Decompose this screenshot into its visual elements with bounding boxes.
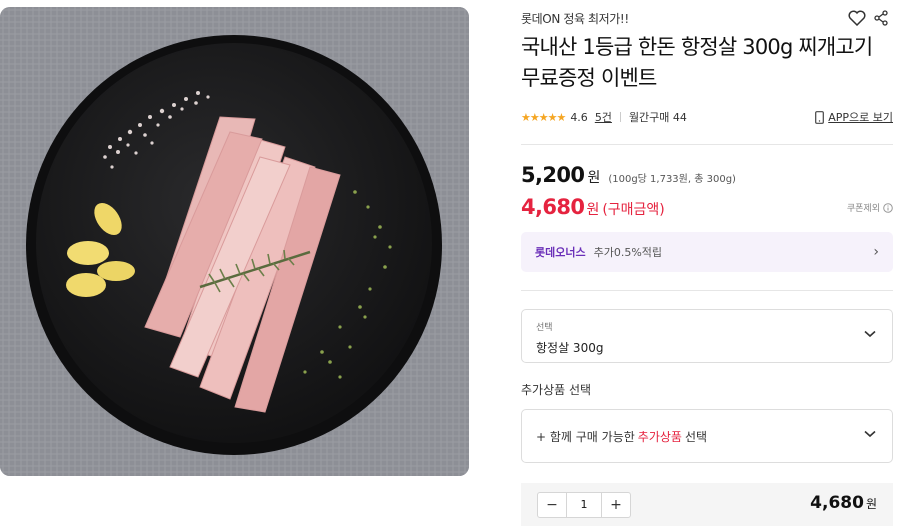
option-select-label: 선택	[536, 323, 553, 333]
addon-prefix: + 함께 구매 가능한	[536, 429, 635, 444]
share-icon[interactable]	[871, 8, 891, 28]
decrement-button[interactable]: −	[538, 493, 566, 517]
product-image	[0, 7, 469, 476]
chevron-down-icon	[864, 330, 876, 338]
membership-benefit: 추가0.5%적립	[593, 246, 663, 259]
divider-line	[521, 290, 893, 291]
monthly-purchases: 월간구매 44	[628, 111, 687, 124]
product-title: 국내산 1등급 한돈 항정살 300g 찌개고기 무료증정 이벤트	[521, 35, 873, 90]
review-count-link[interactable]: 5건	[595, 109, 612, 125]
option-selected-value: 항정살 300g	[536, 341, 604, 355]
total-price-value: 4,680	[810, 493, 864, 513]
sale-price-currency: 원	[586, 202, 600, 218]
quantity-stepper: − 1 +	[537, 491, 631, 518]
addon-section-title: 추가상품 선택	[521, 383, 592, 397]
sale-price-value: 4,680	[521, 195, 585, 219]
membership-name: 롯데오너스	[535, 246, 586, 259]
addon-highlight: 추가상품	[637, 429, 682, 444]
star-rating: ★★★★★	[521, 110, 566, 124]
store-name[interactable]: 롯데ON 정육 최저가!!	[521, 12, 629, 26]
app-view-link[interactable]: APP으로 보기	[815, 109, 893, 125]
store-row: 롯데ON 정육 최저가!!	[521, 8, 893, 28]
product-photo-illustration	[0, 7, 469, 476]
sale-price-label: (구매금액)	[602, 202, 665, 218]
rating-score: 4.6	[570, 110, 588, 124]
total-price: 4,680 원	[810, 493, 877, 513]
divider-line	[521, 144, 893, 145]
unit-price-info: (100g당 1,733원, 총 300g)	[608, 174, 736, 185]
chevron-down-icon	[864, 430, 876, 438]
increment-button[interactable]: +	[602, 493, 630, 517]
original-price: 5,200 원 (100g당 1,733원, 총 300g)	[521, 163, 736, 187]
coupon-label: 쿠폰제외	[846, 204, 880, 214]
membership-banner[interactable]: 롯데오너스 추가0.5%적립 ›	[521, 232, 893, 272]
option-select[interactable]: 선택 항정살 300g	[521, 309, 893, 363]
addon-select[interactable]: + 함께 구매 가능한 추가상품 선택	[521, 409, 893, 463]
app-view-label: APP으로 보기	[828, 111, 893, 124]
total-price-currency: 원	[865, 497, 877, 511]
addon-suffix: 선택	[684, 429, 708, 444]
coupon-excluded[interactable]: 쿠폰제외	[847, 201, 893, 214]
sale-price: 4,680 원 (구매금액)	[521, 195, 665, 219]
info-icon	[883, 202, 893, 213]
chevron-right-icon: ›	[873, 244, 879, 260]
product-info-panel: 롯데ON 정육 최저가!! 국내산 1등급 한돈 항정살 300g 찌개고기 무…	[521, 0, 893, 526]
price-currency: 원	[587, 170, 601, 186]
phone-icon	[815, 110, 825, 124]
quantity-row: − 1 + 4,680 원	[521, 483, 893, 526]
rating-row: ★★★★★ 4.6 5건 월간구매 44 APP으로 보기	[521, 108, 893, 126]
heart-icon[interactable]	[847, 8, 867, 28]
divider	[619, 112, 621, 122]
price-value: 5,200	[521, 163, 585, 187]
quantity-value[interactable]: 1	[566, 492, 602, 517]
